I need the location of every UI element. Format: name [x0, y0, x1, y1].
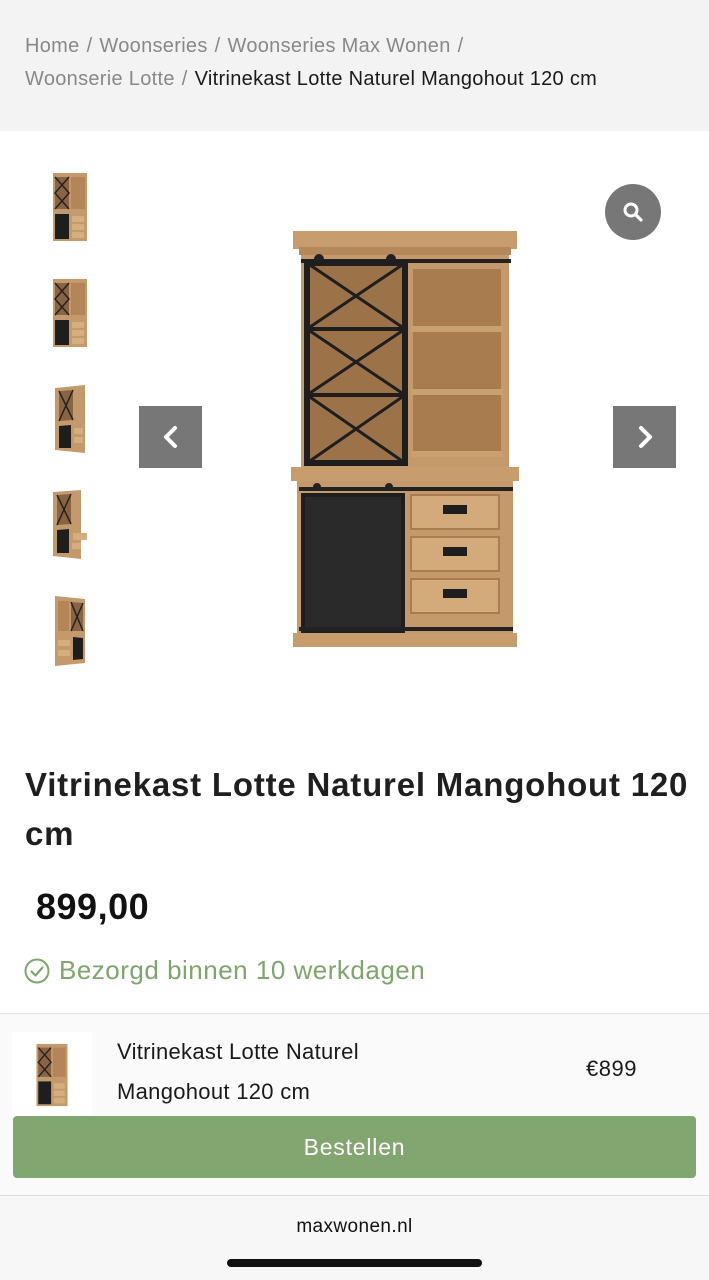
thumbnail-2[interactable] — [40, 273, 100, 353]
cabinet-thumbnail-image — [36, 1043, 68, 1106]
order-button[interactable]: Bestellen — [13, 1116, 696, 1178]
product-main-image — [291, 231, 519, 647]
breadcrumb-separator: / — [214, 35, 221, 57]
home-indicator[interactable] — [227, 1259, 482, 1267]
breadcrumb-woonseries[interactable]: Woonseries — [99, 35, 207, 57]
sticky-product-name-line1: Vitrinekast Lotte Naturel — [117, 1039, 359, 1064]
thumbnail-5[interactable] — [40, 591, 100, 671]
cabinet-thumbnail-image — [55, 596, 85, 666]
breadcrumb-separator: / — [181, 68, 188, 90]
browser-address-bar: maxwonen.nl — [0, 1195, 709, 1280]
breadcrumb-woonserie-lotte[interactable]: Woonserie Lotte — [25, 68, 175, 90]
product-title: Vitrinekast Lotte Naturel Mangohout 120 … — [25, 766, 689, 852]
cabinet-thumbnail-image — [53, 173, 87, 241]
chevron-left-icon — [163, 426, 177, 448]
sticky-product-name-line2: Mangohout 120 cm — [117, 1079, 311, 1104]
thumbnail-list — [40, 167, 100, 697]
product-gallery — [0, 131, 709, 721]
check-circle-icon — [24, 958, 50, 983]
sticky-product-thumbnail — [12, 1032, 92, 1117]
breadcrumb: Home / Woonseries / Woonseries Max Wonen / Woo… — [25, 30, 684, 96]
delivery-info: Bezorgd binnen 10 werkdagen — [24, 955, 425, 986]
thumbnail-4[interactable] — [40, 485, 100, 565]
delivery-text: Bezorgd binnen 10 werkdagen — [59, 955, 426, 985]
previous-image-button[interactable] — [139, 406, 202, 468]
cabinet-thumbnail-image — [53, 490, 87, 559]
sticky-product-price: €899 — [586, 1056, 637, 1081]
magnifier-icon — [623, 202, 643, 222]
breadcrumb-home[interactable]: Home — [25, 35, 80, 57]
cabinet-thumbnail-image — [53, 279, 87, 347]
product-price: 899,00 — [36, 886, 150, 927]
breadcrumb-woonseries-max-wonen[interactable]: Woonseries Max Wonen — [228, 35, 451, 57]
zoom-button[interactable] — [605, 184, 661, 240]
breadcrumb-separator: / — [457, 35, 464, 57]
url-text[interactable]: maxwonen.nl — [0, 1216, 709, 1238]
thumbnail-1[interactable] — [40, 167, 100, 247]
thumbnail-3[interactable] — [40, 379, 100, 459]
breadcrumb-bar: Home / Woonseries / Woonseries Max Wonen / Woo… — [0, 0, 709, 131]
breadcrumb-current: Vitrinekast Lotte Naturel Mangohout 120 … — [194, 68, 598, 90]
cabinet-thumbnail-image — [55, 385, 85, 453]
breadcrumb-separator: / — [86, 35, 93, 57]
sticky-product-name: Vitrinekast Lotte Naturel Mangohout 120 … — [117, 1032, 457, 1112]
sticky-order-bar: Vitrinekast Lotte Naturel Mangohout 120 … — [0, 1013, 709, 1195]
next-image-button[interactable] — [613, 406, 676, 468]
chevron-right-icon — [638, 426, 652, 448]
